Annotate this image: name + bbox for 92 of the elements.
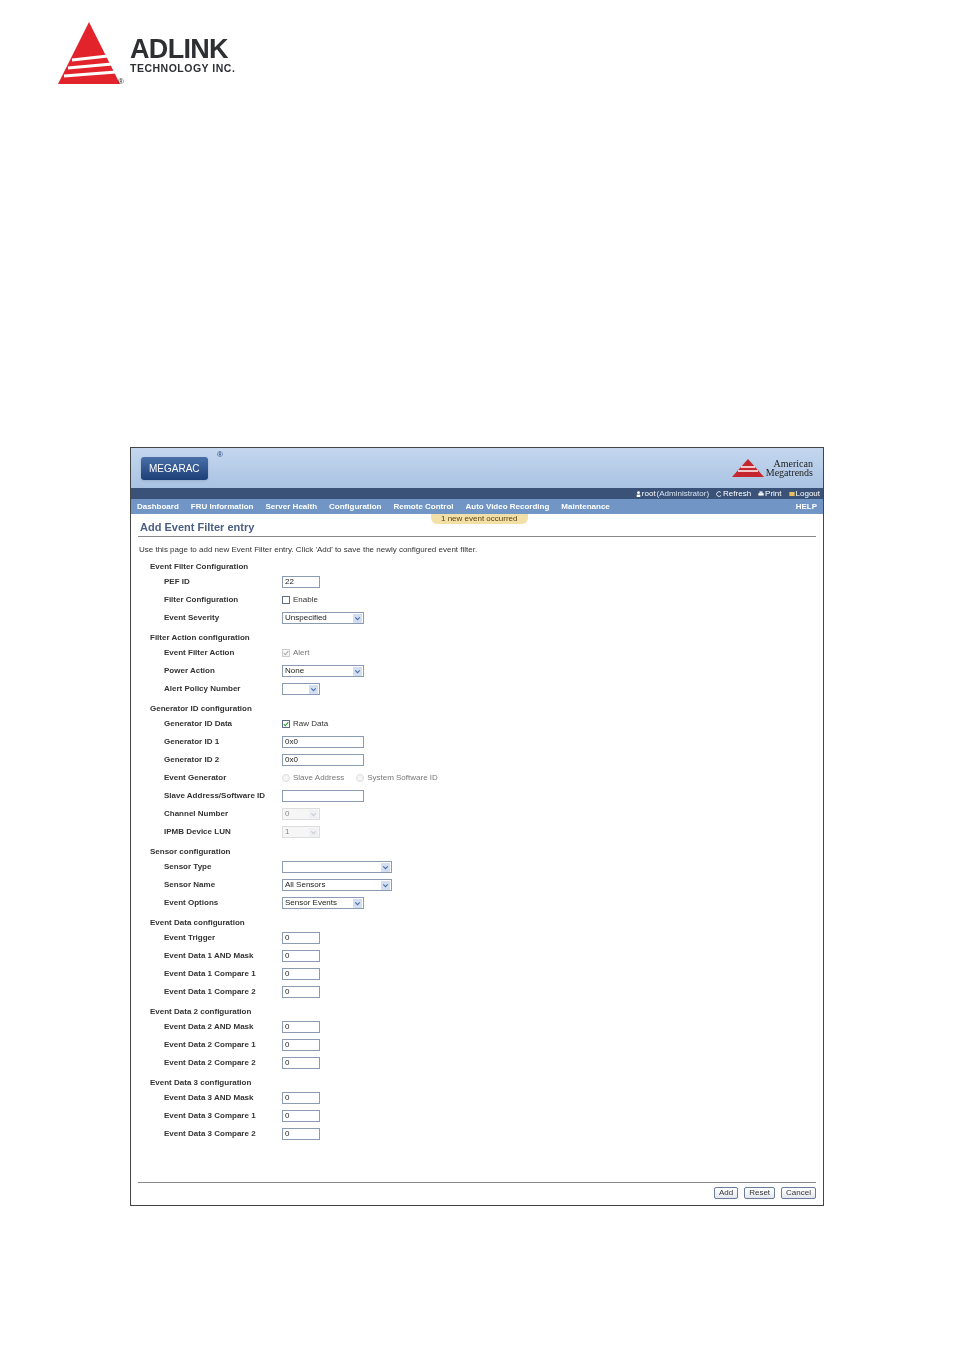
text-field[interactable]: 0x0 [282,736,364,748]
text-field[interactable]: 0 [282,932,320,944]
registered-mark: ® [217,448,223,461]
print-icon [758,490,765,497]
field-label: Event Data 1 Compare 2 [163,986,257,998]
field-label: Slave Address/Software ID [163,790,267,802]
checkbox-label: Raw Data [293,718,329,730]
dropdown-arrow-icon [353,666,362,676]
checkbox[interactable] [282,720,290,728]
dropdown-arrow-icon [353,898,362,908]
app-logo: MEGARAC [141,456,208,480]
field-label: Generator ID Data [163,718,234,730]
dropdown[interactable]: All Sensors [282,879,392,891]
text-field[interactable]: 0 [282,1092,320,1104]
dropdown[interactable] [282,683,320,695]
field-label: Event Data 2 Compare 2 [163,1057,257,1069]
text-field[interactable]: 22 [282,576,320,588]
field-label: Event Data 1 AND Mask [163,950,255,962]
field-label: Generator ID 2 [163,754,221,766]
dropdown-arrow-icon [381,880,390,890]
dropdown-arrow-icon [353,613,362,623]
field-label: Event Options [163,897,220,909]
section-heading: Event Filter Configuration [150,561,250,573]
checkbox-label: Alert [293,647,310,659]
field-label: Sensor Type [163,861,213,873]
field-label: Event Data 2 AND Mask [163,1021,255,1033]
company-subtitle: TECHNOLOGY INC. [130,62,236,74]
form-button[interactable]: Reset [744,1187,776,1199]
text-field[interactable]: 0x0 [282,754,364,766]
section-heading: Event Data 3 configuration [150,1077,253,1089]
text-field[interactable]: 0 [282,968,320,980]
dropdown[interactable]: Unspecified [282,612,364,624]
text-field[interactable]: 0 [282,950,320,962]
field-label: Event Data 3 Compare 1 [163,1110,257,1122]
user-icon [635,490,641,497]
page-title: Add Event Filter entry [140,521,255,534]
field-label: Alert Policy Number [163,683,242,695]
radio-label: System Software ID [367,772,438,784]
notification-badge: 1 new event occurred [431,514,528,524]
section-heading: Generator ID configuration [150,703,253,715]
form-button[interactable]: Add [713,1187,739,1199]
field-label: IPMB Device LUN [163,826,232,838]
page-description: Use this page to add new Event Filter entry. Click 'Add' to save the newly configured event filter. [139,545,479,555]
field-label: Event Data 1 Compare 1 [163,968,257,980]
logo-triangle-icon [58,22,120,86]
field-label: Event Generator [163,772,228,784]
registered-mark: ® [118,78,124,86]
dropdown-arrow-icon [381,862,390,872]
checkbox-label: Enable [293,594,318,606]
field-label: Power Action [163,665,216,677]
user-name: root [641,488,656,499]
radio-label: Slave Address [293,772,345,784]
section-heading: Event Data configuration [150,917,246,929]
text-field[interactable]: 0 [282,1057,320,1069]
user-role: (Administrator) [656,488,710,499]
dropdown[interactable]: Sensor Events [282,897,364,909]
text-field[interactable]: 0 [282,1021,320,1033]
section-heading: Filter Action configuration [150,632,251,644]
toolbar-link[interactable]: Refresh [723,488,752,499]
form-button[interactable]: Cancel [781,1187,816,1199]
text-field[interactable]: 0 [282,1128,320,1140]
field-label: Generator ID 1 [163,736,221,748]
field-label: Event Data 3 Compare 2 [163,1128,257,1140]
section-heading: Sensor configuration [150,846,232,858]
section-heading: Event Data 2 configuration [150,1006,253,1018]
text-field[interactable]: 0 [282,1110,320,1122]
text-field[interactable] [282,790,364,802]
field-label: Event Data 2 Compare 1 [163,1039,257,1051]
field-label: Sensor Name [163,879,217,891]
toolbar-link[interactable]: Print [765,488,782,499]
vendor-name: American [773,459,813,468]
dropdown-arrow-icon [309,809,318,819]
text-field[interactable]: 0 [282,986,320,998]
vendor-name: Megatrends [765,468,813,477]
dropdown-arrow-icon [309,827,318,837]
checkbox[interactable] [282,596,290,604]
company-name: ADLINK [130,36,229,62]
field-label: Event Trigger [163,932,217,944]
field-label: Event Severity [163,612,221,624]
logout-icon [788,490,795,497]
field-label: Event Filter Action [163,647,236,659]
dropdown[interactable] [282,861,392,873]
dropdown-arrow-icon [309,684,318,694]
text-field[interactable]: 0 [282,1039,320,1051]
vendor-logo-icon [731,459,764,477]
field-label: Event Data 3 AND Mask [163,1092,255,1104]
field-label: Channel Number [163,808,229,820]
field-label: PEF ID [163,576,191,588]
toolbar-link[interactable]: Logout [795,488,820,499]
refresh-icon [716,490,723,497]
dropdown[interactable]: None [282,665,364,677]
field-label: Filter Configuration [163,594,240,606]
